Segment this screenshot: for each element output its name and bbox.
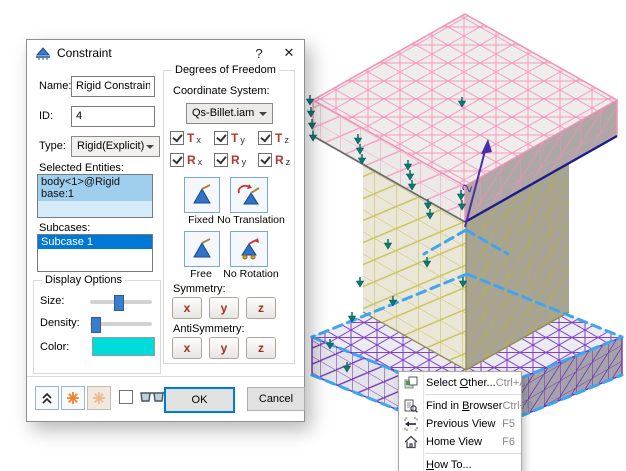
coordinate-system-label: Coordinate System: xyxy=(173,85,270,97)
symmetry-label: Symmetry: xyxy=(173,283,226,295)
dof-group: Degrees of Freedom Coordinate System: Qs… xyxy=(163,64,295,364)
close-icon[interactable]: ✕ xyxy=(274,40,304,66)
symmetry-z-button[interactable]: z xyxy=(246,297,276,319)
menu-item-home-view[interactable]: Home View F6 xyxy=(399,433,521,451)
symmetry-y-button[interactable]: y xyxy=(209,297,239,319)
preview-off-button[interactable] xyxy=(87,386,111,410)
size-label: Size: xyxy=(40,295,65,307)
preview-on-button[interactable] xyxy=(61,386,85,410)
no-translation-icon xyxy=(237,184,260,205)
density-slider[interactable] xyxy=(90,317,152,333)
type-select[interactable]: Rigid(Explicit) xyxy=(71,136,160,157)
density-label: Density: xyxy=(40,317,80,329)
menu-item-find-in-browser[interactable]: Find in Browser Ctrl+B xyxy=(399,397,533,415)
no-translation-button[interactable] xyxy=(230,177,268,213)
display-options-title: Display Options xyxy=(42,274,126,286)
antisymmetry-y-button[interactable]: y xyxy=(209,337,239,359)
application-canvas: 2 Constraint ? ✕ Name: ID: Type: Rigid(E… xyxy=(0,0,626,471)
footer-checkbox[interactable] xyxy=(119,390,133,404)
id-input[interactable] xyxy=(71,106,155,127)
cancel-button[interactable]: Cancel xyxy=(247,387,305,411)
home-view-icon xyxy=(399,435,423,449)
checkbox-ty[interactable]: Ty xyxy=(214,131,245,145)
menu-item-how-to[interactable]: How To... xyxy=(399,456,521,471)
no-rotation-button[interactable] xyxy=(230,231,268,267)
ok-button[interactable]: OK xyxy=(164,387,235,413)
constraint-icon xyxy=(35,47,51,60)
fixed-button[interactable] xyxy=(184,177,220,213)
id-label: ID: xyxy=(39,110,54,122)
fixed-cone-icon xyxy=(193,184,211,204)
antisymmetry-x-button[interactable]: x xyxy=(172,337,202,359)
menu-separator xyxy=(425,394,521,395)
checkbox-rz[interactable]: Rz xyxy=(258,153,290,167)
shortcut: F5 xyxy=(502,418,515,430)
menu-separator xyxy=(425,453,521,454)
dof-title: Degrees of Freedom xyxy=(172,64,279,76)
checkbox-tz[interactable]: Tz xyxy=(258,131,289,145)
no-translation-label: No Translation xyxy=(217,214,285,226)
asterisk-icon xyxy=(67,392,79,404)
color-label: Color: xyxy=(40,341,70,353)
free-cone-icon xyxy=(193,238,211,258)
selected-entities-label: Selected Entities: xyxy=(39,162,124,174)
shortcut: Ctrl+B xyxy=(502,400,534,412)
list-item[interactable]: body<1>@Rigid base:1 xyxy=(38,175,152,201)
shortcut: F6 xyxy=(502,436,515,448)
name-input[interactable] xyxy=(71,76,155,97)
display-options-group: Display Options Size: Density: Color: xyxy=(33,274,161,374)
color-swatch[interactable] xyxy=(92,337,155,356)
menu-item-previous-view[interactable]: Previous View F5 xyxy=(399,415,521,433)
no-rotation-label: No Rotation xyxy=(223,268,279,280)
name-label: Name: xyxy=(39,80,72,92)
list-item[interactable]: Subcase 1 xyxy=(38,235,152,249)
antisymmetry-z-button[interactable]: z xyxy=(246,337,276,359)
free-button[interactable] xyxy=(184,231,220,267)
checkbox-ry[interactable]: Ry xyxy=(214,153,246,167)
dialog-title: Constraint xyxy=(57,46,112,60)
symmetry-x-button[interactable]: x xyxy=(172,297,202,319)
dialog-titlebar[interactable]: Constraint ? ✕ xyxy=(27,40,304,66)
constraint-dialog: Constraint ? ✕ Name: ID: Type: Rigid(Exp… xyxy=(26,39,305,422)
find-in-browser-icon xyxy=(399,399,423,413)
type-label: Type: xyxy=(39,140,66,152)
footer-divider xyxy=(27,376,304,377)
selected-entities-listbox[interactable]: body<1>@Rigid base:1 xyxy=(37,174,153,218)
no-rotation-icon xyxy=(241,238,259,260)
coordinate-system-select[interactable]: Qs-Billet.iam xyxy=(186,103,273,124)
size-slider[interactable] xyxy=(90,295,152,311)
context-menu: Select Other... Ctrl+A Find in Browser C… xyxy=(398,371,533,471)
subcases-label: Subcases: xyxy=(39,222,91,234)
checkbox-rx[interactable]: Rx xyxy=(170,153,202,167)
menu-item-select-other[interactable]: Select Other... Ctrl+A xyxy=(399,374,527,392)
asterisk-dim-icon xyxy=(93,392,105,404)
checkbox-tx[interactable]: Tx xyxy=(170,131,201,145)
select-other-icon xyxy=(399,376,423,390)
previous-view-icon xyxy=(399,417,423,431)
subcases-listbox[interactable]: Subcase 1 xyxy=(37,234,153,272)
help-button[interactable]: ? xyxy=(244,40,274,66)
antisymmetry-label: AntiSymmetry: xyxy=(173,323,245,335)
double-chevron-up-icon xyxy=(42,392,52,404)
shortcut: Ctrl+A xyxy=(495,377,527,389)
collapse-dialog-button[interactable] xyxy=(35,386,59,410)
